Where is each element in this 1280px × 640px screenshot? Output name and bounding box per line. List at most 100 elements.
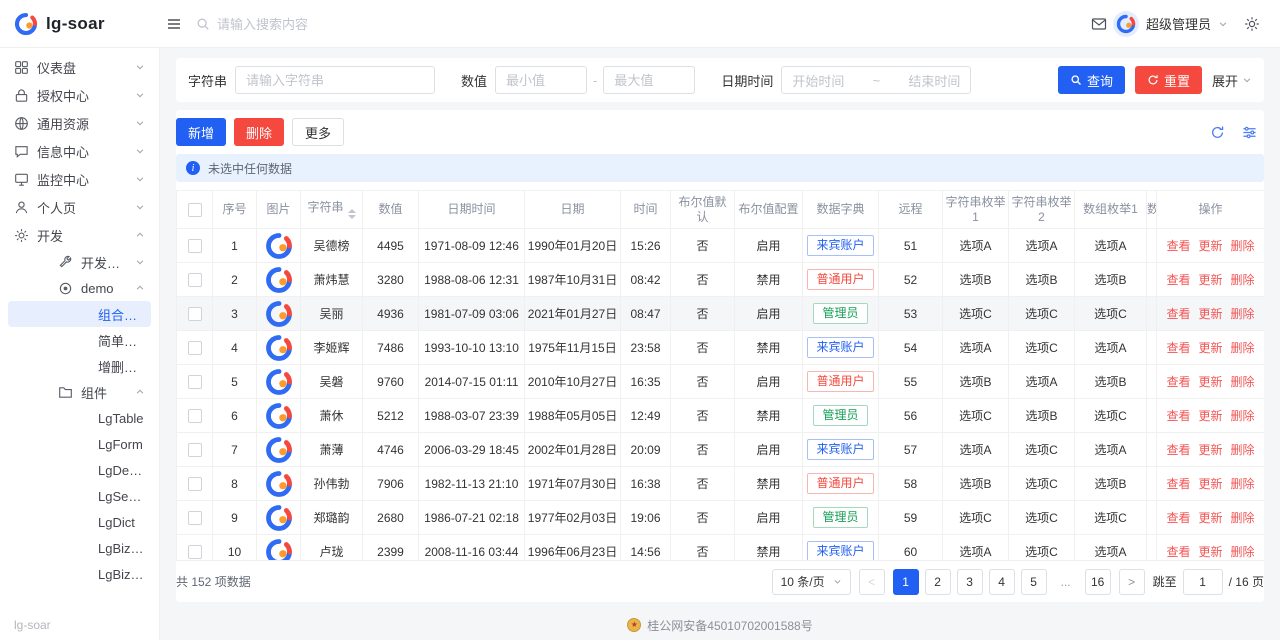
view-link[interactable]: 查看 — [1166, 273, 1190, 287]
sidebar-item-components[interactable]: 组件 — [8, 379, 151, 405]
delete-link[interactable]: 删除 — [1231, 545, 1255, 559]
view-link[interactable]: 查看 — [1166, 239, 1190, 253]
mail-icon[interactable] — [1085, 10, 1113, 38]
sidebar-item-dashboard[interactable]: 仪表盘 — [8, 53, 151, 81]
update-link[interactable]: 更新 — [1198, 307, 1222, 321]
table-row[interactable]: 6 萧休 5212 1988-03-07 23:39 1988年05月05日 12:49 否… — [176, 398, 1264, 433]
row-checkbox[interactable] — [187, 374, 202, 389]
view-link[interactable]: 查看 — [1166, 477, 1190, 491]
delete-link[interactable]: 删除 — [1231, 409, 1255, 423]
table-row[interactable]: 9 郑璐韵 2680 1986-07-21 02:18 1977年02月03日 19:06… — [176, 500, 1264, 535]
next-page-button[interactable]: > — [1118, 568, 1145, 595]
view-link[interactable]: 查看 — [1166, 375, 1190, 389]
row-checkbox[interactable] — [187, 476, 202, 491]
sidebar-item-common-resources[interactable]: 通用资源 — [8, 109, 151, 137]
sidebar-item-dev-tools[interactable]: 开发工具 — [8, 249, 151, 275]
sidebar-item-message-center[interactable]: 信息中心 — [8, 137, 151, 165]
refresh-icon[interactable] — [1208, 123, 1226, 141]
expand-toggle[interactable]: 展开 — [1212, 71, 1252, 90]
string-field-input[interactable] — [235, 66, 436, 94]
sidebar-item-composite-page[interactable]: 组合页面 — [8, 301, 151, 327]
sidebar-item-monitor-center[interactable]: 监控中心 — [8, 165, 151, 193]
sidebar-item-crud-page[interactable]: 增删改查 — [8, 353, 151, 379]
view-link[interactable]: 查看 — [1166, 443, 1190, 457]
row-checkbox[interactable] — [187, 544, 202, 559]
sidebar-item-auth-center[interactable]: 授权中心 — [8, 81, 151, 109]
app-logo[interactable]: lg-soar — [0, 12, 160, 36]
sidebar-item-lgdescription[interactable]: LgDescription — [8, 457, 151, 483]
row-checkbox[interactable] — [187, 340, 202, 355]
reset-button[interactable]: 重置 — [1134, 66, 1202, 94]
sidebar-item-lgbiztree[interactable]: LgBizTree — [8, 561, 151, 587]
page-button-3[interactable]: 3 — [956, 568, 983, 595]
page-button-4[interactable]: 4 — [988, 568, 1015, 595]
update-link[interactable]: 更新 — [1198, 239, 1222, 253]
sidebar-item-lgbizselect[interactable]: LgBizSelect — [8, 535, 151, 561]
delete-link[interactable]: 删除 — [1231, 443, 1255, 457]
sidebar-item-lgform[interactable]: LgForm — [8, 431, 151, 457]
datetime-range-picker[interactable]: 开始时间 ~ 结束时间 — [781, 66, 972, 94]
view-link[interactable]: 查看 — [1166, 409, 1190, 423]
page-button-5[interactable]: 5 — [1020, 568, 1047, 595]
update-link[interactable]: 更新 — [1198, 375, 1222, 389]
sort-icons[interactable] — [347, 209, 356, 219]
delete-link[interactable]: 删除 — [1231, 273, 1255, 287]
view-link[interactable]: 查看 — [1166, 341, 1190, 355]
sidebar-item-dev[interactable]: 开发 — [8, 221, 151, 249]
sidebar-item-lgtable[interactable]: LgTable — [8, 405, 151, 431]
update-link[interactable]: 更新 — [1198, 477, 1222, 491]
page-size-select[interactable]: 10 条/页 — [771, 568, 851, 595]
view-link[interactable]: 查看 — [1166, 307, 1190, 321]
row-checkbox[interactable] — [187, 272, 202, 287]
delete-link[interactable]: 删除 — [1231, 477, 1255, 491]
delete-link[interactable]: 删除 — [1231, 375, 1255, 389]
row-checkbox[interactable] — [187, 306, 202, 321]
user-menu[interactable]: 超级管理员 — [1112, 10, 1228, 37]
table-row[interactable]: 4 李姬辉 7486 1993-10-10 13:10 1975年11月15日 23:58… — [176, 330, 1264, 365]
delete-link[interactable]: 删除 — [1231, 307, 1255, 321]
column-settings-icon[interactable] — [1240, 123, 1258, 141]
table-row[interactable]: 1 吴德榜 4495 1971-08-09 12:46 1990年01月20日 15:26… — [176, 228, 1264, 263]
update-link[interactable]: 更新 — [1198, 409, 1222, 423]
table-row[interactable]: 10 卢珑 2399 2008-11-16 03:44 1996年06月23日 14:56… — [176, 534, 1264, 560]
row-checkbox[interactable] — [187, 510, 202, 525]
select-all-checkbox[interactable] — [187, 202, 202, 217]
row-checkbox[interactable] — [187, 408, 202, 423]
sidebar-item-lgdict[interactable]: LgDict — [8, 509, 151, 535]
query-button[interactable]: 查询 — [1057, 66, 1125, 94]
delete-link[interactable]: 删除 — [1231, 341, 1255, 355]
update-link[interactable]: 更新 — [1198, 443, 1222, 457]
view-link[interactable]: 查看 — [1166, 511, 1190, 525]
sidebar-item-lgsearchbar[interactable]: LgSearchBar — [8, 483, 151, 509]
update-link[interactable]: 更新 — [1198, 341, 1222, 355]
row-checkbox[interactable] — [187, 442, 202, 457]
view-link[interactable]: 查看 — [1166, 545, 1190, 559]
row-checkbox[interactable] — [187, 238, 202, 253]
prev-page-button[interactable]: < — [858, 568, 885, 595]
table-row[interactable]: 5 吴磐 9760 2014-07-15 01:11 2010年10月27日 16:35 否… — [176, 364, 1264, 399]
global-search-input[interactable]: 请输入搜索内容 — [196, 14, 426, 33]
sidebar-collapse-icon[interactable] — [160, 10, 188, 38]
number-min-input[interactable] — [495, 66, 588, 94]
page-button-1[interactable]: 1 — [892, 568, 919, 595]
sidebar-item-simple-page[interactable]: 简单页面 — [8, 327, 151, 353]
jump-page-input[interactable] — [1182, 568, 1223, 595]
delete-button[interactable]: 删除 — [234, 118, 285, 146]
number-max-input[interactable] — [603, 66, 696, 94]
delete-link[interactable]: 删除 — [1231, 239, 1255, 253]
sidebar-item-demo[interactable]: demo — [8, 275, 151, 301]
col-string[interactable]: 字符串 — [300, 190, 363, 229]
table-row[interactable]: 2 萧炜慧 3280 1988-08-06 12:31 1987年10月31日 08:42… — [176, 262, 1264, 297]
page-button-16[interactable]: 16 — [1084, 568, 1111, 595]
add-button[interactable]: 新增 — [176, 118, 227, 146]
update-link[interactable]: 更新 — [1198, 511, 1222, 525]
table-row[interactable]: 7 萧薄 4746 2006-03-29 18:45 2002年01月28日 20:09 否… — [176, 432, 1264, 467]
table-row[interactable]: 3 吴丽 4936 1981-07-09 03:06 2021年01月27日 08:47 否… — [176, 296, 1264, 331]
page-button-2[interactable]: 2 — [924, 568, 951, 595]
update-link[interactable]: 更新 — [1198, 545, 1222, 559]
more-button[interactable]: 更多 — [292, 118, 345, 146]
delete-link[interactable]: 删除 — [1231, 511, 1255, 525]
table-row[interactable]: 8 孙伟勃 7906 1982-11-13 21:10 1971年07月30日 16:38… — [176, 466, 1264, 501]
sidebar-item-personal-page[interactable]: 个人页 — [8, 193, 151, 221]
update-link[interactable]: 更新 — [1198, 273, 1222, 287]
